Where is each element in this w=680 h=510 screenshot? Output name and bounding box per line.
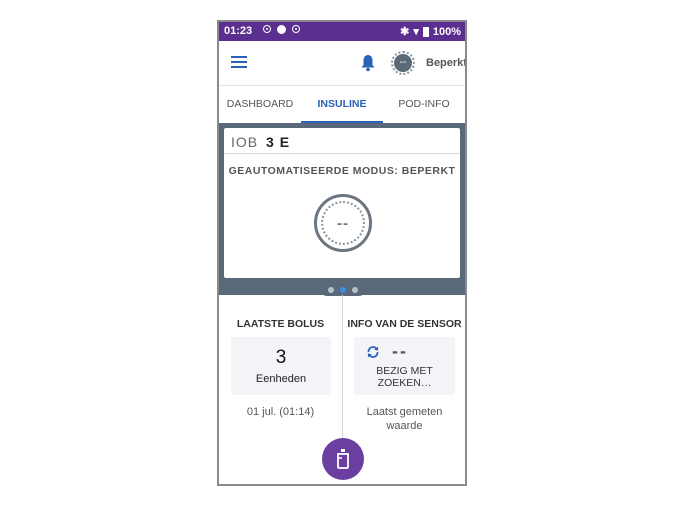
- insulin-card-container: IOB 3 E GEAUTOMATISEERDE MODUS: BEPERKT …: [219, 123, 465, 296]
- bolus-button[interactable]: [322, 438, 364, 480]
- iob-row: IOB 3 E: [231, 134, 290, 150]
- insulin-card[interactable]: IOB 3 E GEAUTOMATISEERDE MODUS: BEPERKT …: [224, 128, 460, 278]
- wifi-icon: ▾: [413, 26, 419, 38]
- mode-heading: GEAUTOMATISEERDE MODUS: BEPERKT: [228, 165, 456, 177]
- refresh-icon: [367, 346, 379, 358]
- tab-bar: DASHBOARD INSULINE POD-INFO: [219, 86, 465, 123]
- pod-bolus-icon: [337, 449, 349, 469]
- battery-percent: 100%: [432, 25, 461, 38]
- sensor-value: --: [392, 341, 408, 361]
- bluetooth-icon: ✱: [400, 26, 410, 38]
- last-bolus-unit: Eenheden: [255, 373, 307, 385]
- last-bolus-box: 3 Eenheden: [231, 337, 331, 395]
- battery-icon: [422, 26, 429, 37]
- sensor-status: BEZIG MET ZOEKEN…: [376, 365, 433, 389]
- bell-icon[interactable]: [360, 54, 376, 72]
- status-notification-icons: [263, 25, 300, 34]
- sync-icon: [292, 25, 300, 33]
- record-icon: [263, 25, 271, 33]
- sensor-info-panel: INFO VAN DE SENSOR -- BEZIG MET ZOEKEN… …: [342, 295, 465, 465]
- tab-dashboard[interactable]: DASHBOARD: [219, 86, 301, 123]
- last-bolus-title: LAATSTE BOLUS: [236, 318, 325, 330]
- page-dot[interactable]: [328, 286, 334, 293]
- status-time: 01:23: [224, 25, 253, 37]
- mode-status-circle-icon: --: [314, 194, 372, 252]
- app-bar: -- Beperkt: [219, 41, 465, 86]
- iob-label: IOB: [231, 134, 259, 150]
- phone-screen: 01:23 ✱ ▾ 100% -- Beperkt DASHBOARD INSU…: [217, 20, 467, 486]
- mode-icon-text: --: [394, 54, 412, 72]
- sensor-info-title: INFO VAN DE SENSOR: [347, 318, 462, 330]
- circle-icon: [277, 25, 286, 34]
- last-bolus-timestamp: 01 jul. (01:14): [246, 406, 315, 418]
- automated-mode-icon[interactable]: --: [391, 51, 415, 75]
- mode-status-text: --: [321, 201, 365, 245]
- status-right-icons: ✱ ▾ 100%: [400, 25, 461, 39]
- tab-pod-info[interactable]: POD-INFO: [383, 86, 465, 123]
- sensor-box: -- BEZIG MET ZOEKEN…: [354, 337, 455, 395]
- status-bar: 01:23 ✱ ▾ 100%: [219, 22, 465, 41]
- page-dot[interactable]: [352, 286, 358, 293]
- page-dot-active[interactable]: [340, 286, 346, 293]
- last-bolus-value: 3: [275, 347, 287, 368]
- divider: [224, 153, 460, 154]
- last-bolus-panel: LAATSTE BOLUS 3 Eenheden 01 jul. (01:14): [219, 295, 342, 465]
- sensor-caption: Laatst gemeten waarde: [366, 406, 443, 432]
- mode-label[interactable]: Beperkt: [426, 57, 465, 69]
- iob-value: 3 E: [266, 134, 291, 150]
- tab-insuline[interactable]: INSULINE: [301, 86, 383, 123]
- hamburger-icon[interactable]: [231, 56, 247, 68]
